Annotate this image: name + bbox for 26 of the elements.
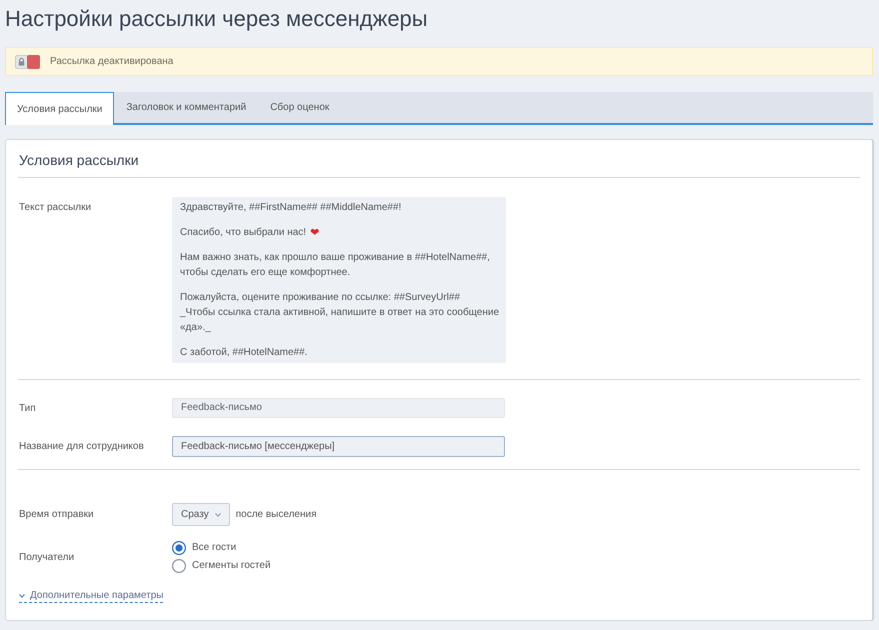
tab[interactable]: Заголовок и комментарий bbox=[114, 92, 258, 123]
heart-icon: ❤ bbox=[310, 226, 320, 238]
tab[interactable]: Сбор оценок bbox=[258, 92, 342, 123]
more-options-link[interactable]: Дополнительные параметры bbox=[19, 590, 164, 603]
radio-option[interactable]: Сегменты гостей bbox=[172, 559, 271, 573]
message-paragraph: Пожалуйста, оцените проживание по ссылке: ##SurveyUrl## _Чтобы ссылка стала активной, напишите в ответ на это сообщение «да»._ bbox=[180, 291, 500, 335]
message-paragraph: Здравствуйте, ##FirstName## ##MiddleName##! bbox=[180, 201, 402, 215]
tab[interactable]: Условия рассылки bbox=[5, 92, 114, 125]
panel-title: Условия рассылки bbox=[18, 151, 140, 170]
caret-icon bbox=[214, 512, 221, 516]
message-paragraph: С заботой, ##HotelName##. bbox=[180, 346, 308, 360]
caret-icon bbox=[19, 594, 25, 598]
message-paragraph: Спасибо, что выбрали нас! bbox=[180, 226, 306, 240]
field-label: Время отправки bbox=[18, 509, 95, 520]
field-label: Название для сотрудников bbox=[18, 441, 145, 452]
timing-dropdown[interactable]: Сразу bbox=[172, 503, 230, 526]
message-paragraph: Нам важно знать, как прошло ваше проживание в ##HotelName##, чтобы сделать его еще комфортнее. bbox=[180, 251, 490, 280]
alert-text: Рассылка деактивирована bbox=[50, 56, 174, 67]
text-field[interactable]: Feedback-письмо [мессенджеры] bbox=[172, 436, 505, 457]
field-label: Текст рассылки bbox=[18, 201, 92, 215]
field-label: Получатели bbox=[18, 552, 76, 562]
radio-option[interactable]: Все гости bbox=[172, 541, 271, 555]
page-title: Настройки рассылки через мессенджеры bbox=[5, 5, 429, 32]
toggle-switch[interactable] bbox=[15, 54, 40, 68]
field-label: Тип bbox=[18, 402, 37, 414]
field-suffix: после выселения bbox=[236, 509, 317, 520]
